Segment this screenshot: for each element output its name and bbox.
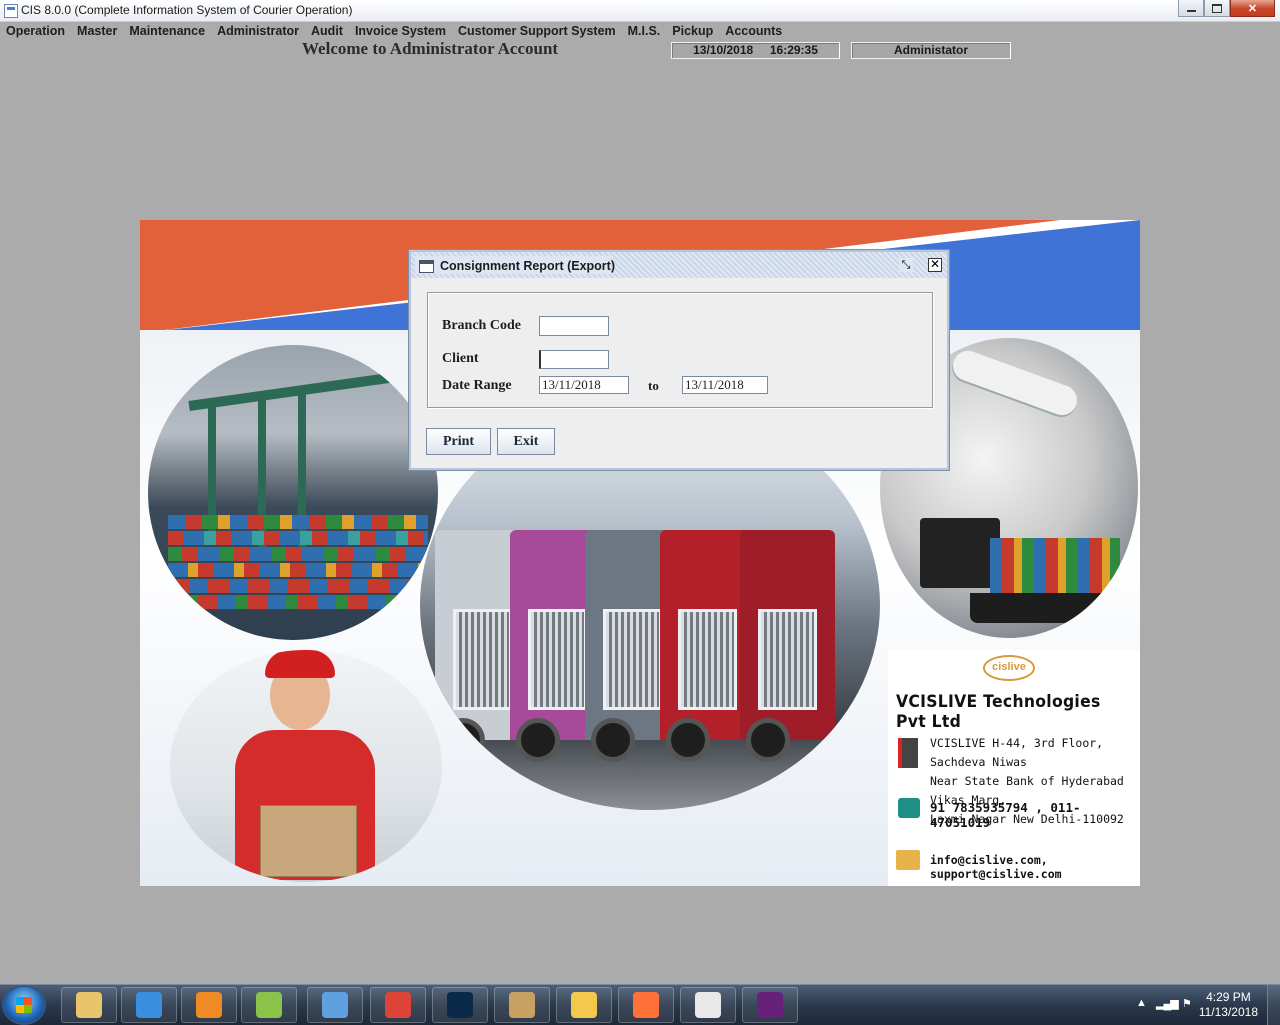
to-label: to (648, 378, 659, 393)
phone-icon (898, 798, 920, 818)
menu-master[interactable]: Master (71, 22, 123, 40)
email-icon (896, 850, 920, 870)
menu-accounts[interactable]: Accounts (719, 22, 788, 40)
menu-audit[interactable]: Audit (305, 22, 349, 40)
menu-customer-support-system[interactable]: Customer Support System (452, 22, 622, 40)
date-from-input[interactable]: 13/11/2018 (539, 376, 629, 394)
dialog-title: Consignment Report (Export) (440, 259, 615, 273)
consignment-report-dialog: Consignment Report (Export) ⤡ ✕ Branch C… (409, 250, 949, 470)
taskbar-tools-button[interactable] (556, 987, 612, 1023)
close-button[interactable]: ✕ (1230, 0, 1275, 17)
company-email: info@cislive.com, support@cislive.com (930, 853, 1062, 881)
window-icon (419, 260, 434, 273)
menu-maintenance[interactable]: Maintenance (123, 22, 211, 40)
user-display: Administator (851, 42, 1011, 59)
tray-overflow-icon[interactable]: ▲ (1136, 997, 1147, 1009)
restore-icon[interactable]: ⤡ (899, 258, 913, 272)
branch-code-label: Branch Code (442, 318, 521, 333)
date-value: 13/10/2018 (693, 43, 754, 57)
filter-panel: Branch Code Client Date Range 13/11/2018… (427, 292, 933, 408)
taskbar-firefox-button[interactable] (618, 987, 674, 1023)
chrome-icon (385, 992, 411, 1018)
system-clock[interactable]: 4:29 PM 11/13/2018 (1199, 990, 1258, 1020)
clock-time: 4:29 PM (1206, 990, 1251, 1004)
time-value: 16:29:35 (769, 43, 818, 57)
address-line: VCISLIVE H-44, 3rd Floor, Sachdeva Niwas (930, 736, 1104, 769)
taskbar-notepad-plus-plus-button[interactable] (241, 987, 297, 1023)
clock-date: 11/13/2018 (1198, 1005, 1258, 1019)
exit-button[interactable]: Exit (497, 428, 555, 455)
tools-icon (571, 992, 597, 1018)
windows-taskbar: ▲ ▂▄▆ ⚑ 4:29 PM 11/13/2018 (0, 984, 1280, 1025)
taskbar-photoshop-button[interactable] (432, 987, 488, 1023)
control-panel-icon (322, 992, 348, 1018)
taskbar-internet-explorer-button[interactable] (121, 987, 177, 1023)
start-button[interactable] (4, 987, 44, 1023)
contact-panel: cislive VCISLIVE Technologies Pvt Ltd VC… (888, 650, 1140, 886)
window-title: CIS 8.0.0 (Complete Information System o… (21, 3, 353, 17)
window-titlebar: CIS 8.0.0 (Complete Information System o… (0, 0, 1280, 22)
menu-pickup[interactable]: Pickup (666, 22, 719, 40)
company-name: VCISLIVE Technologies Pvt Ltd (896, 692, 1101, 732)
system-tray: ▲ ▂▄▆ ⚑ 4:29 PM 11/13/2018 (1110, 985, 1280, 1025)
dialog-close-icon[interactable]: ✕ (928, 258, 942, 272)
network-icon[interactable]: ▂▄▆ (1156, 997, 1179, 1010)
company-logo: cislive (983, 655, 1035, 681)
taskbar-chrome-button[interactable] (370, 987, 426, 1023)
maximize-button[interactable] (1204, 0, 1230, 17)
media-player-icon (196, 992, 222, 1018)
taskbar-java-button[interactable] (680, 987, 736, 1023)
taskbar-media-player-button[interactable] (181, 987, 237, 1023)
menu-bar: Operation Master Maintenance Administrat… (0, 22, 1280, 40)
firefox-icon (633, 992, 659, 1018)
minimize-button[interactable] (1178, 0, 1204, 17)
taskbar-control-panel-button[interactable] (307, 987, 363, 1023)
close-icon: ✕ (1247, 2, 1258, 15)
show-desktop-button[interactable] (1267, 985, 1280, 1025)
flag-icon[interactable]: ⚑ (1182, 997, 1192, 1010)
print-button[interactable]: Print (426, 428, 491, 455)
menu-administrator[interactable]: Administrator (211, 22, 305, 40)
company-phone: 91 7835935794 , 011-47051019 (930, 800, 1081, 830)
delivery-person-image (170, 650, 442, 882)
taskbar-visual-studio-button[interactable] (742, 987, 798, 1023)
visual-studio-icon (757, 992, 783, 1018)
date-range-label: Date Range (442, 378, 512, 393)
taskbar-file-explorer-button[interactable] (61, 987, 117, 1023)
container-port-image (148, 345, 438, 640)
window-controls: ✕ (1178, 0, 1275, 18)
welcome-heading: Welcome to Administrator Account (302, 39, 559, 58)
branch-code-input[interactable] (539, 316, 609, 336)
java-app-icon (4, 4, 18, 18)
client-label: Client (442, 351, 479, 366)
maximize-icon (1212, 3, 1222, 13)
internet-explorer-icon (136, 992, 162, 1018)
menu-mis[interactable]: M.I.S. (622, 22, 667, 40)
taskbar-paint-button[interactable] (494, 987, 550, 1023)
photoshop-icon (447, 992, 473, 1018)
dialog-titlebar[interactable]: Consignment Report (Export) ⤡ ✕ (411, 252, 947, 278)
date-to-input[interactable]: 13/11/2018 (682, 376, 768, 394)
address-book-icon (898, 738, 918, 768)
client-input[interactable] (539, 350, 609, 369)
paint-icon (509, 992, 535, 1018)
file-explorer-icon (76, 992, 102, 1018)
minimize-icon (1186, 10, 1196, 12)
notepad-plus-plus-icon (256, 992, 282, 1018)
datetime-display: 13/10/2018 16:29:35 (671, 42, 840, 59)
java-icon (695, 992, 721, 1018)
menu-invoice-system[interactable]: Invoice System (349, 22, 452, 40)
menu-operation[interactable]: Operation (0, 22, 71, 40)
